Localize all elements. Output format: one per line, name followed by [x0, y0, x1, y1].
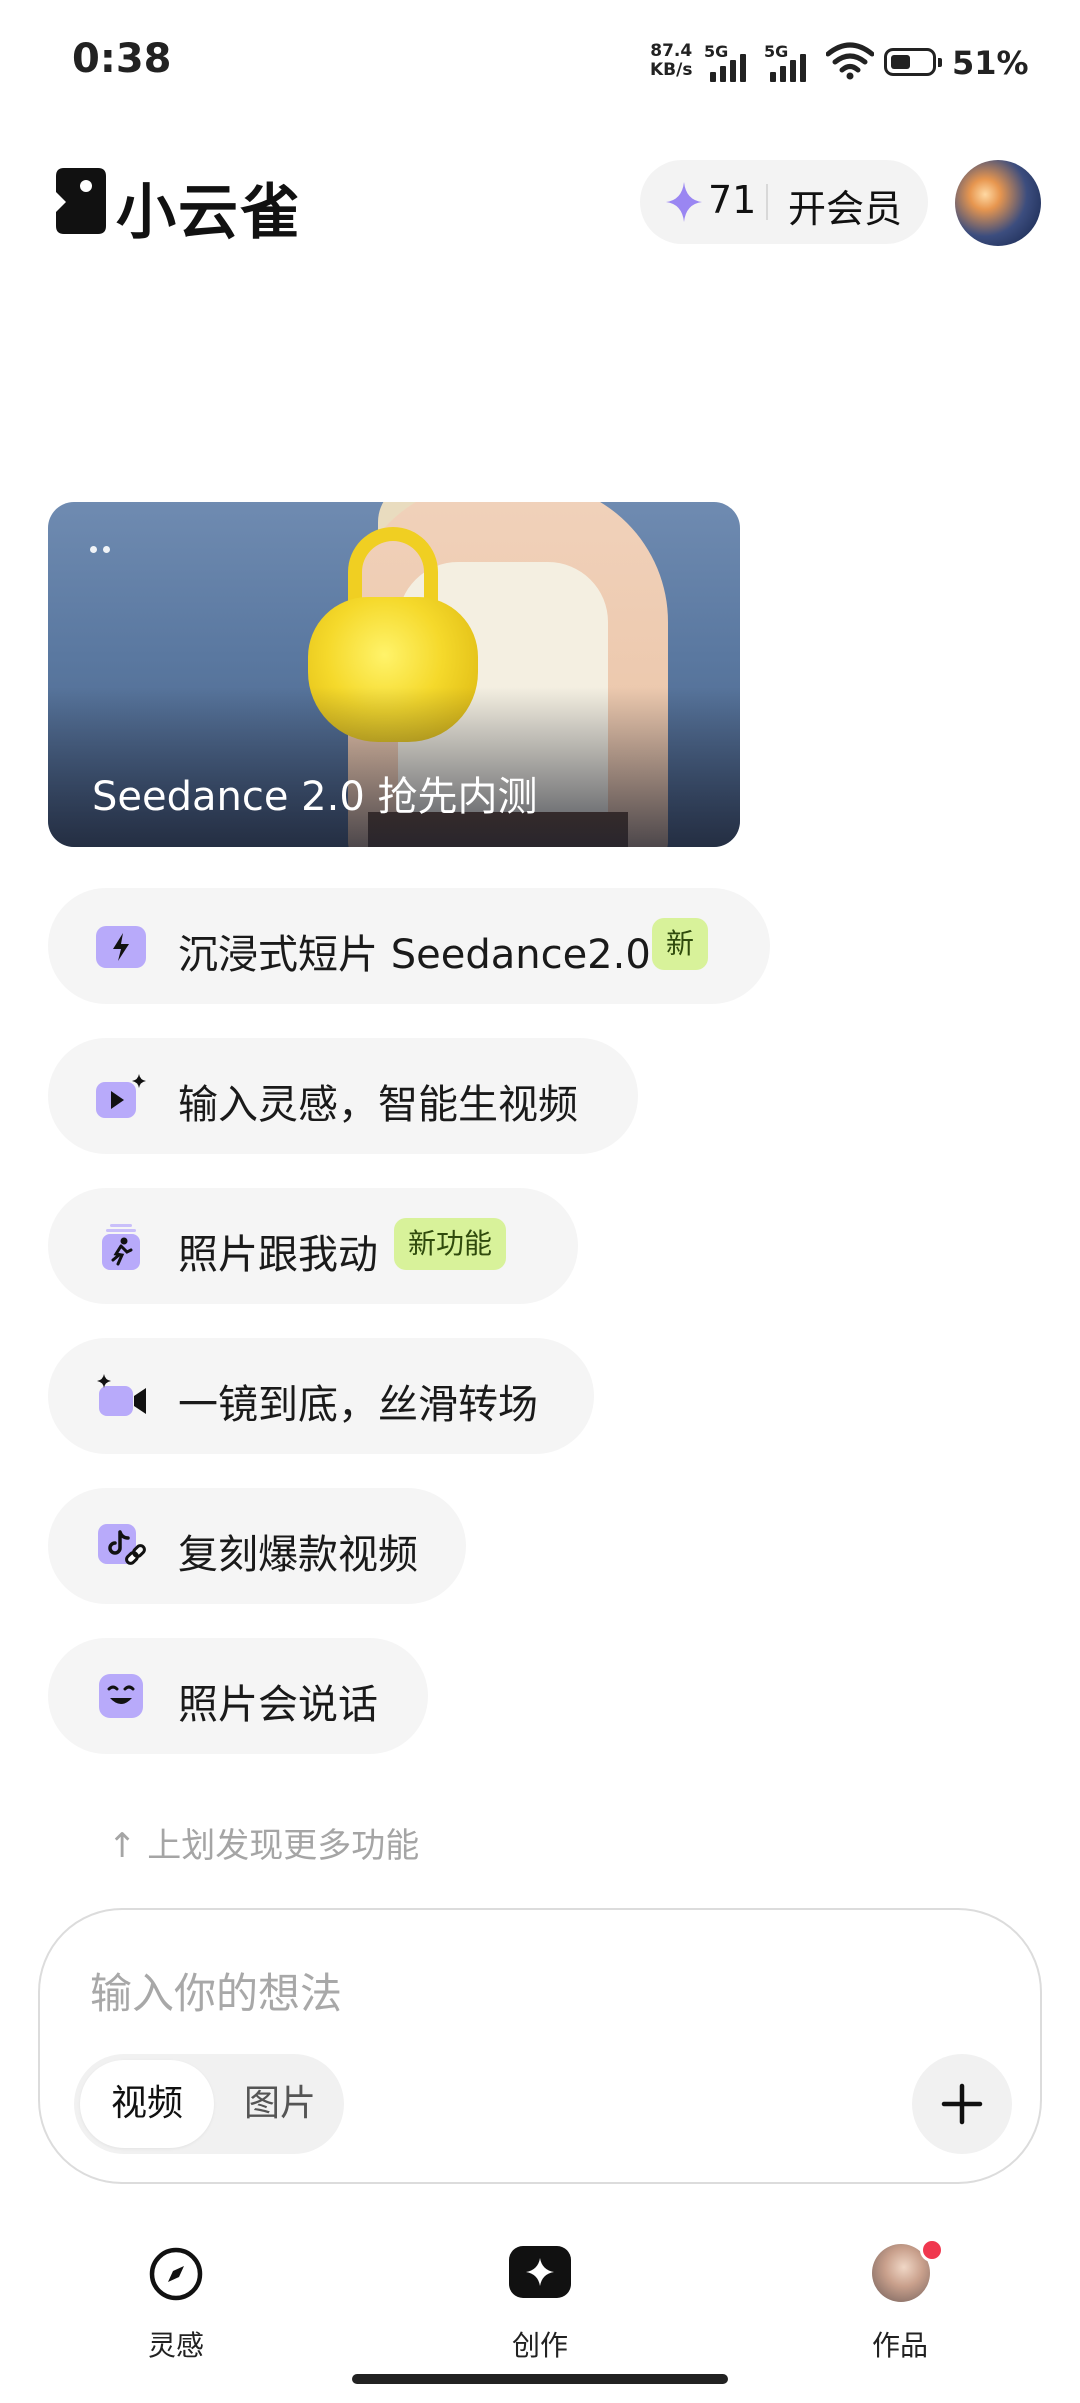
battery-percent: 51% [952, 44, 1029, 82]
feature-label: 一镜到底，丝滑转场 [178, 1382, 538, 1428]
feature-label: 复刻爆款视频 [178, 1532, 418, 1578]
tab-label: 作品 [871, 2329, 928, 2362]
tab-label: 灵感 [147, 2329, 204, 2362]
feature-label: 输入灵感，智能生视频 [178, 1082, 578, 1128]
feature-seedance-short-film[interactable]: 沉浸式短片 Seedance2.0 新 [48, 888, 770, 1004]
banner-caption: Seedance 2.0 抢先内测 [92, 774, 538, 820]
tiktok-link-icon [98, 1524, 146, 1565]
network-speed: 87.4 KB/s [650, 42, 692, 80]
prompt-composer: 输入你的想法 视频 图片 [38, 1908, 1042, 2184]
wifi-icon [826, 42, 874, 80]
mode-image-tab[interactable]: 图片 [222, 2060, 338, 2148]
swipe-up-hint: ↑ 上划发现更多功能 [108, 1826, 420, 1866]
vip-button-label: 开会员 [788, 187, 903, 231]
credits-vip-pill[interactable]: 71 开会员 [640, 160, 928, 244]
credits-count: 71 [708, 178, 757, 222]
feature-label: 照片跟我动 [178, 1232, 378, 1278]
new-badge: 新 [652, 918, 709, 970]
feature-talking-photo[interactable]: 照片会说话 [48, 1638, 428, 1754]
feature-one-take-transition[interactable]: 一镜到底，丝滑转场 [48, 1338, 594, 1454]
status-time: 0:38 [72, 36, 172, 82]
feature-photo-dance[interactable]: 照片跟我动 新功能 [48, 1188, 578, 1304]
prompt-input[interactable]: 输入你的想法 [90, 1960, 342, 2021]
battery-level-fill [891, 55, 910, 69]
video-sparkle-icon [96, 1074, 146, 1118]
camera-sparkle-icon [97, 1374, 146, 1416]
feature-label: 照片会说话 [178, 1682, 378, 1728]
promo-banner[interactable]: Seedance 2.0 抢先内测 [48, 502, 740, 847]
sparkle-icon [666, 182, 702, 222]
home-indicator[interactable] [352, 2374, 728, 2384]
network-speed-value: 87.4 [650, 41, 693, 61]
feature-text-to-video[interactable]: 输入灵感，智能生视频 [48, 1038, 638, 1154]
banner-pager-dots [90, 546, 110, 553]
battery-icon [884, 48, 942, 76]
status-bar: 0:38 87.4 KB/s 5G 5G 51% [0, 0, 1080, 130]
bottom-nav: 灵感 创作 作品 [0, 2230, 1080, 2370]
user-avatar[interactable] [955, 160, 1041, 246]
feature-label: 沉浸式短片 Seedance2.0 [178, 932, 651, 978]
lightning-icon [96, 926, 146, 968]
plus-icon [941, 2083, 983, 2125]
mode-video-tab[interactable]: 视频 [80, 2060, 214, 2148]
notification-dot [920, 2238, 944, 2262]
pill-divider [766, 184, 768, 220]
tab-label: 创作 [511, 2329, 568, 2362]
add-button[interactable] [912, 2054, 1012, 2154]
mode-toggle: 视频 图片 [74, 2054, 344, 2154]
create-icon [509, 2246, 571, 2298]
app-name: 小云雀 [116, 178, 302, 248]
feature-replicate-viral-video[interactable]: 复刻爆款视频 [48, 1488, 466, 1604]
compass-icon [149, 2247, 203, 2301]
logo-icon [56, 168, 106, 234]
smiling-face-icon [99, 1674, 143, 1718]
dancing-photo-icon [102, 1224, 140, 1270]
network-speed-unit: KB/s [650, 60, 693, 80]
signal-sim1-icon: 5G [704, 42, 756, 82]
new-feature-badge: 新功能 [394, 1218, 507, 1270]
signal-sim2-icon: 5G [764, 42, 816, 82]
